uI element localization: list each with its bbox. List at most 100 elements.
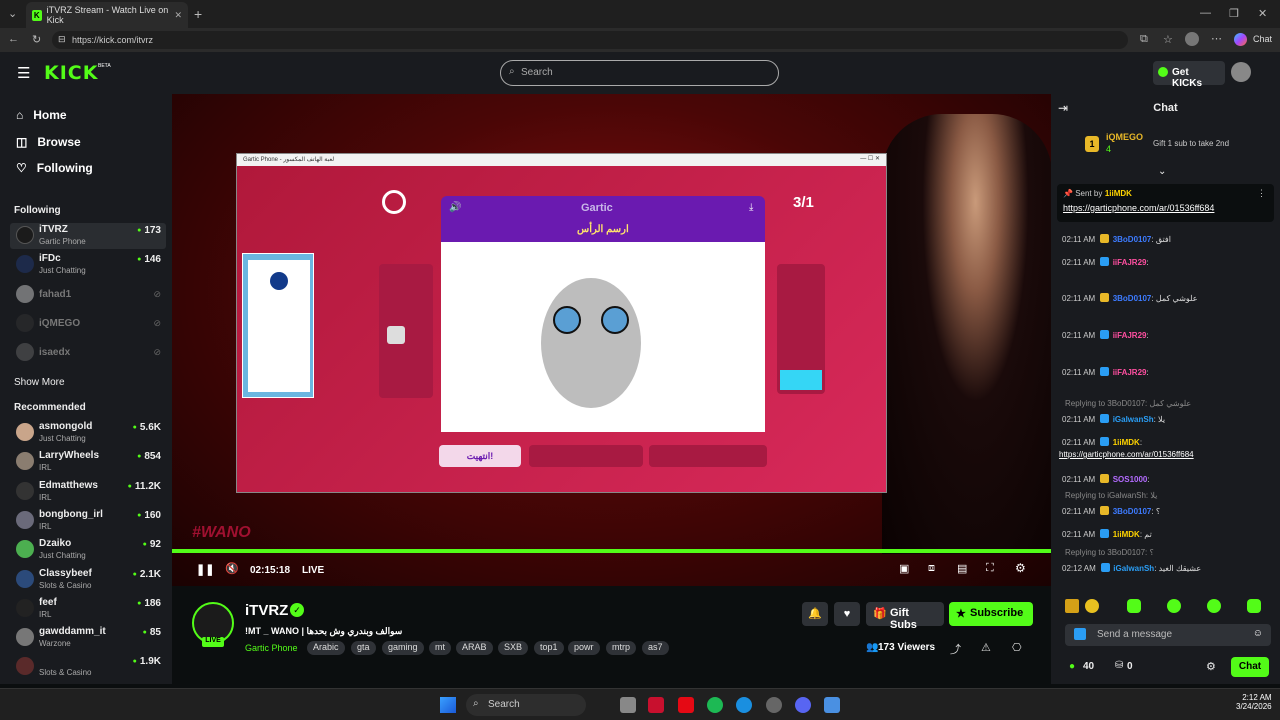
theater-mode-icon[interactable]: ▣: [899, 562, 909, 575]
chat-settings-icon[interactable]: ⚙: [1206, 660, 1216, 673]
follow-heart-icon[interactable]: ♥: [834, 602, 860, 626]
following-channel[interactable]: fahad1 ⊘: [10, 282, 166, 308]
obs-icon[interactable]: [766, 697, 782, 713]
recommended-channel[interactable]: Slots & Casino 1.9K: [10, 654, 166, 680]
points-icon[interactable]: ⛁: [1115, 660, 1123, 671]
window-close-icon[interactable]: ✕: [1258, 7, 1267, 20]
tag[interactable]: as7: [642, 641, 669, 655]
get-kicks-button[interactable]: Get KICKs: [1153, 61, 1225, 89]
copilot-icon[interactable]: [1234, 33, 1247, 46]
app-icon[interactable]: [824, 697, 840, 713]
leader-name[interactable]: iQMEGO: [1106, 132, 1143, 142]
chat-identity-badge-icon[interactable]: [1074, 628, 1086, 640]
video-player[interactable]: #WANO Gartic Phone - لعبة الهاتف المكسور…: [172, 94, 1051, 586]
tag[interactable]: mtrp: [606, 641, 636, 655]
message-user[interactable]: 3BoD0107: [1113, 235, 1152, 244]
netflix-icon[interactable]: [678, 697, 694, 713]
recommended-channel[interactable]: gawddamm_it Warzone 85: [10, 625, 166, 651]
pause-icon[interactable]: ❚❚: [196, 563, 214, 576]
taskbar-search[interactable]: ⌕ Search: [466, 694, 586, 716]
clip-icon[interactable]: ▤: [957, 562, 967, 575]
tag[interactable]: gta: [351, 641, 376, 655]
tag[interactable]: SXB: [498, 641, 529, 655]
message-user[interactable]: iiFAJR29: [1113, 331, 1147, 340]
message-user[interactable]: 3BoD0107: [1113, 294, 1152, 303]
reply-context[interactable]: Replying to iGalwanSh: يلا: [1065, 491, 1157, 500]
recommended-channel[interactable]: Dzaiko Just Chatting 92: [10, 537, 166, 563]
search-input[interactable]: ⌕ Search: [500, 60, 779, 86]
system-clock[interactable]: 2:12 AM 3/24/2026: [1236, 693, 1272, 711]
user-avatar[interactable]: [1231, 62, 1251, 82]
sidebar-item-following[interactable]: ♡ Following: [16, 161, 93, 175]
recommended-channel[interactable]: Edmatthews IRL 11.2K: [10, 479, 166, 505]
sidebar-item-browse[interactable]: ◫ Browse: [16, 135, 81, 149]
emote-icon[interactable]: [1247, 599, 1261, 613]
message-user[interactable]: iGalwanSh: [1113, 564, 1154, 573]
extensions-icon[interactable]: ⧉: [1140, 33, 1148, 46]
chat-message-input[interactable]: Send a message ☺: [1065, 624, 1271, 646]
pip-icon[interactable]: ⧈: [928, 562, 935, 575]
pinned-link[interactable]: https://garticphone.com/ar/01536ff684: [1063, 203, 1268, 213]
discord-icon[interactable]: [795, 697, 811, 713]
task-view-icon[interactable]: [620, 697, 636, 713]
recommended-channel[interactable]: feef IRL 186: [10, 596, 166, 622]
report-icon[interactable]: ⚠: [981, 641, 991, 654]
recommended-channel[interactable]: asmongold Just Chatting 5.6K: [10, 420, 166, 446]
url-field[interactable]: ⊟ https://kick.com/itvrz: [52, 31, 1128, 49]
following-channel[interactable]: iFDc Just Chatting 146: [10, 252, 166, 278]
recommended-channel[interactable]: bongbong_irl IRL 160: [10, 508, 166, 534]
message-user[interactable]: 1iiMDK: [1113, 530, 1140, 539]
message-user[interactable]: 1iiMDK: [1113, 438, 1140, 447]
tag[interactable]: Arabic: [307, 641, 345, 655]
spotify-icon[interactable]: [707, 697, 723, 713]
recommended-channel[interactable]: Classybeef Slots & Casino 2.1K: [10, 567, 166, 593]
tag[interactable]: ARAB: [456, 641, 493, 655]
fullscreen-icon[interactable]: ⛶: [986, 562, 994, 575]
brush-size-slider[interactable]: [529, 445, 643, 467]
tab-close-icon[interactable]: ✕: [174, 10, 182, 21]
gift-prompt[interactable]: Gift 1 sub to take 2nd: [1153, 139, 1229, 148]
download-icon[interactable]: ⤓: [749, 202, 753, 213]
show-more-link[interactable]: Show More: [14, 377, 65, 388]
emoji-icon[interactable]: ☺: [1253, 628, 1263, 639]
chat-send-button[interactable]: Chat: [1231, 657, 1269, 677]
emote-icon[interactable]: [1065, 599, 1079, 613]
scroll-down-icon[interactable]: ⌄: [1158, 166, 1166, 177]
reload-icon[interactable]: ↻: [32, 33, 41, 46]
tab-menu-icon[interactable]: ⌄: [8, 7, 17, 20]
favorites-icon[interactable]: ☆: [1163, 33, 1173, 46]
reply-context[interactable]: Replying to 3BoD0107: علوشي كمل: [1065, 399, 1191, 408]
back-icon[interactable]: ←: [8, 33, 19, 45]
share-icon[interactable]: ⤴: [950, 641, 961, 657]
message-user[interactable]: SOS1000: [1113, 475, 1148, 484]
sidebar-item-home[interactable]: ⌂ Home: [16, 108, 67, 122]
following-channel[interactable]: iTVRZ Gartic Phone 173: [10, 223, 166, 249]
mute-icon[interactable]: 🔇: [225, 562, 239, 575]
message-user[interactable]: iGalwanSh: [1113, 415, 1154, 424]
category-link[interactable]: Gartic Phone: [245, 643, 298, 653]
copilot-chat-label[interactable]: Chat: [1253, 34, 1272, 44]
edge-icon[interactable]: [736, 697, 752, 713]
site-info-icon[interactable]: ⊟: [58, 34, 66, 45]
pinned-menu-icon[interactable]: ⋮: [1257, 188, 1266, 199]
pinned-by-user[interactable]: 1iiMDK: [1105, 189, 1132, 198]
emote-icon[interactable]: [1127, 599, 1141, 613]
notification-bell-icon[interactable]: 🔔: [802, 602, 828, 626]
following-channel[interactable]: isaedx ⊘: [10, 340, 166, 366]
kick-logo[interactable]: KICK: [44, 62, 98, 84]
channel-name[interactable]: iTVRZ: [245, 602, 288, 619]
tag[interactable]: top1: [534, 641, 564, 655]
reply-context[interactable]: Replying to 3BoD0107: ؟: [1065, 548, 1154, 557]
more-menu-icon[interactable]: ⋯: [1211, 32, 1222, 45]
selected-tool[interactable]: [387, 326, 405, 344]
emote-icon[interactable]: [1085, 599, 1099, 613]
subscribe-button[interactable]: ★ Subscribe: [949, 602, 1033, 626]
emote-icon[interactable]: [1207, 599, 1221, 613]
brush-opacity-selector[interactable]: [649, 445, 767, 467]
windows-start-icon[interactable]: [440, 697, 456, 713]
minimize-icon[interactable]: —: [1200, 7, 1211, 19]
message-user[interactable]: iiFAJR29: [1113, 368, 1147, 377]
message-user[interactable]: 3BoD0107: [1113, 507, 1152, 516]
app-icon[interactable]: [648, 697, 664, 713]
user-card-icon[interactable]: ⎔: [1012, 641, 1022, 654]
